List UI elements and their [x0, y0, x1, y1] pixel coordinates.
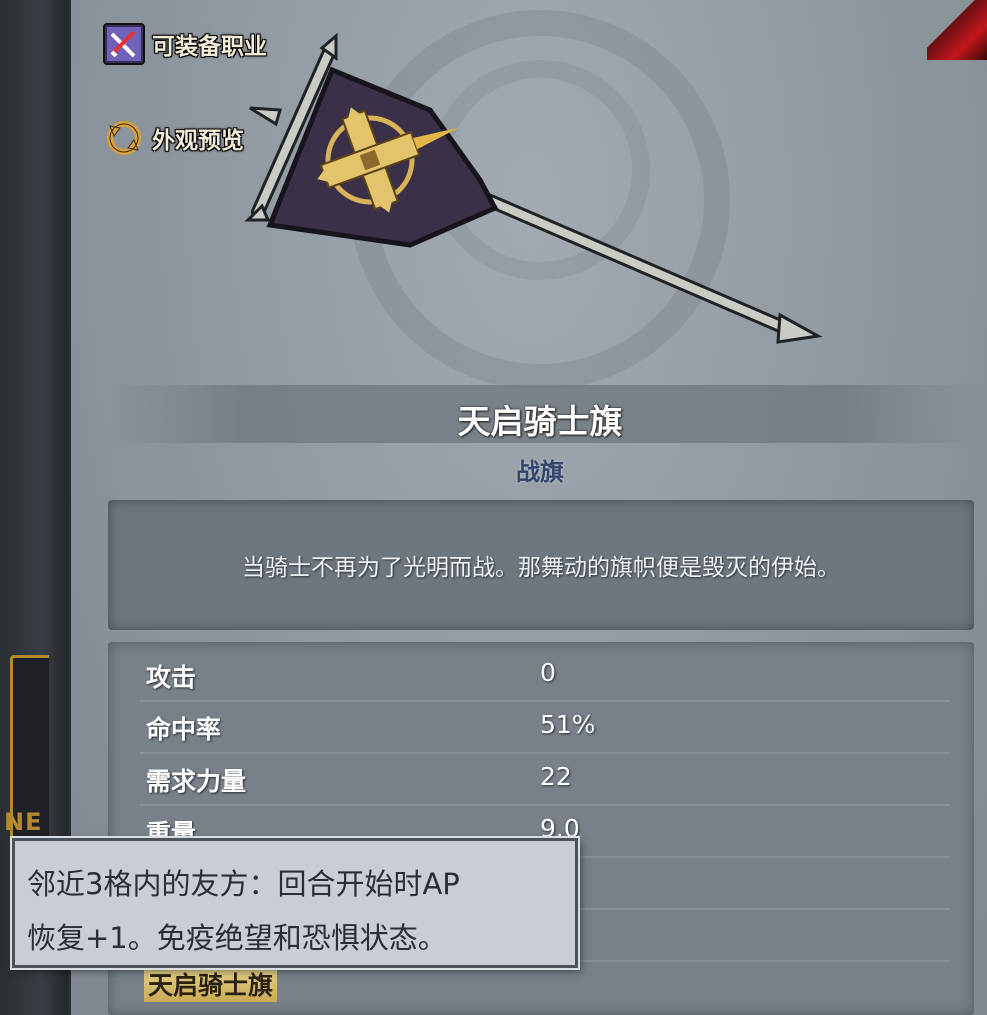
war-banner-illustration	[240, 30, 840, 364]
left-frame-label: NE	[4, 808, 43, 836]
tooltip-line-1: 邻近3格内的友方：回合开始时AP	[27, 867, 460, 901]
stat-value: 0	[540, 658, 556, 687]
effect-tooltip: 邻近3格内的友方：回合开始时AP 恢复+1。免疫绝望和恐惧状态。	[12, 838, 578, 968]
stat-value: 22	[540, 762, 572, 791]
refresh-icon	[102, 116, 146, 160]
stat-row-accuracy: 命中率 51%	[140, 700, 950, 754]
stat-value: 51%	[540, 710, 596, 739]
close-button[interactable]	[927, 0, 987, 60]
appearance-preview-button[interactable]: 外观预览	[102, 116, 244, 160]
item-type: 战旗	[516, 458, 564, 486]
stat-row-strength: 需求力量 22	[140, 752, 950, 806]
appearance-preview-label: 外观预览	[152, 128, 244, 154]
stat-row-attack: 攻击 0	[140, 648, 950, 702]
tooltip-line-2: 恢复+1。免疫绝望和恐惧状态。	[27, 921, 447, 955]
set-name-label[interactable]: 天启骑士旗	[144, 966, 278, 1002]
stat-label: 需求力量	[146, 767, 247, 796]
stat-label: 命中率	[146, 715, 222, 744]
stat-label: 攻击	[146, 663, 197, 692]
item-description: 当骑士不再为了光明而战。那舞动的旗帜便是毁灭的伊始。	[242, 555, 840, 581]
item-name: 天启骑士旗	[457, 402, 623, 441]
crossed-weapons-icon	[102, 22, 146, 66]
